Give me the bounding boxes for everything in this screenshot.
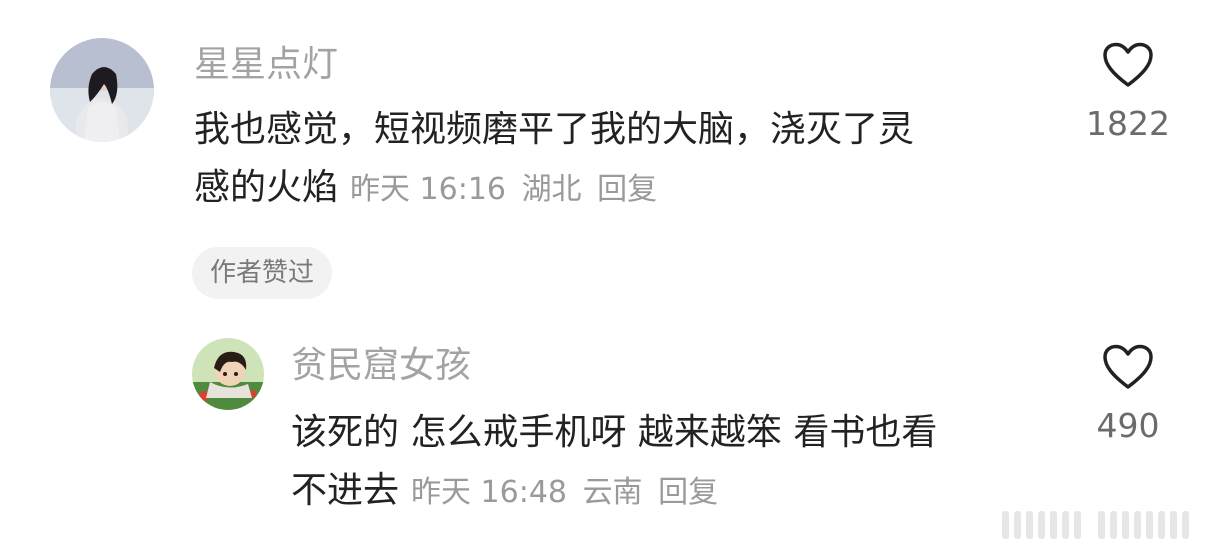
avatar[interactable] [192, 338, 264, 410]
comment-text-line-2: 不进去 昨天 16:48 云南 回复 [291, 462, 937, 522]
comment-text-line: 该死的 怎么戒手机呀 越来越笨 看书也看 [291, 412, 938, 453]
comment-text-tail: 感的火焰 [194, 167, 339, 208]
woman-in-snow-avatar-icon [50, 38, 154, 142]
comment-meta: 昨天 16:16 湖北 回复 [350, 172, 663, 207]
comment-text: 我也感觉，短视频磨平了我的大脑，浇灭了灵 感的火焰 昨天 16:16 湖北 回复 [194, 101, 914, 219]
comment-location: 湖北 [521, 172, 582, 207]
comment-time: 昨天 16:48 [411, 475, 568, 510]
comment-time: 昨天 16:16 [350, 172, 507, 207]
username[interactable]: 贫民窟女孩 [291, 346, 471, 386]
like-count: 1822 [1086, 104, 1170, 143]
like-block: 1822 [1073, 42, 1183, 144]
comment-text-line-2: 感的火焰 昨天 16:16 湖北 回复 [194, 159, 914, 219]
reply-button[interactable]: 回复 [658, 475, 718, 510]
like-count: 490 [1096, 406, 1160, 445]
like-block: 490 [1073, 344, 1183, 446]
username[interactable]: 星星点灯 [194, 45, 338, 85]
reply-button[interactable]: 回复 [597, 172, 657, 207]
author-liked-badge: 作者赞过 [192, 247, 333, 299]
avatar[interactable] [50, 38, 154, 142]
comment-text-line: 我也感觉，短视频磨平了我的大脑，浇灭了灵 [194, 109, 915, 150]
watermark-icon [1002, 511, 1189, 539]
heart-icon[interactable] [1102, 42, 1154, 88]
anime-girl-avatar-icon [192, 338, 264, 410]
comment-location: 云南 [582, 475, 643, 510]
comment-text-tail: 不进去 [291, 470, 400, 511]
comment-meta: 昨天 16:48 云南 回复 [411, 475, 724, 510]
heart-icon[interactable] [1102, 344, 1154, 390]
comment-text: 该死的 怎么戒手机呀 越来越笨 看书也看 不进去 昨天 16:48 云南 回复 [291, 404, 937, 522]
